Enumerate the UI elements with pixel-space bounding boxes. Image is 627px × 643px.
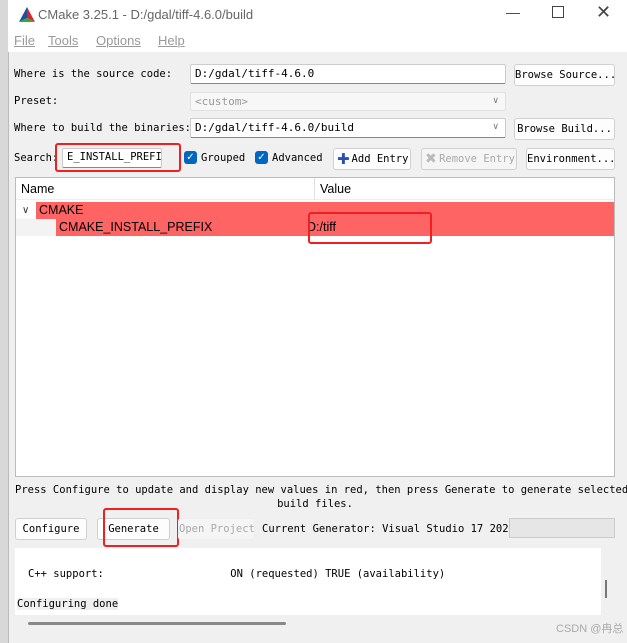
progress-bar [509,518,615,538]
preset-label: Preset: [14,95,59,107]
add-entry-label: Add Entry [351,153,409,165]
menu-options[interactable]: Options [96,33,141,48]
indent [16,219,56,236]
build-select[interactable]: D:/gdal/tiff-4.6.0/build ∨ [190,118,506,138]
plus-icon: ✚ [337,150,350,168]
vertical-scrollbar[interactable] [605,580,607,598]
advanced-checkbox[interactable]: ✓ [255,151,268,164]
info-text: Press Configure to update and display ne… [15,483,627,511]
menu-file[interactable]: File [14,33,35,48]
menu-bar: File Tools Options Help [8,30,627,52]
group-label: CMAKE [39,203,84,217]
annotation-box [55,143,181,172]
output-line: C++ support: ON (requested) TRUE (availa… [28,568,446,580]
add-entry-button[interactable]: ✚ Add Entry [333,148,411,170]
annotation-box [103,508,179,547]
info-line: Press Configure to update and display ne… [15,484,627,496]
window-title: CMake 3.25.1 - D:/gdal/tiff-4.6.0/build [38,7,254,22]
menu-help[interactable]: Help [158,33,185,48]
preset-select[interactable]: <custom> ∨ [190,92,506,111]
cmake-logo-icon [19,7,35,22]
chevron-down-icon: ∨ [492,96,499,106]
column-name[interactable]: Name [21,182,54,196]
search-label: Search: [14,152,59,164]
minimize-button[interactable]: — [506,4,520,20]
output-log[interactable]: C++ support: ON (requested) TRUE (availa… [15,548,601,615]
chevron-down-icon[interactable]: ∨ [22,205,29,216]
build-label: Where to build the binaries: [14,122,192,134]
open-project-button[interactable]: Open Project [178,518,255,540]
annotation-box [308,212,432,244]
remove-entry-button[interactable]: ✖ Remove Entry [421,148,517,170]
remove-icon: ✖ [425,151,437,167]
column-divider [314,178,315,200]
close-button[interactable]: ✕ [596,2,611,23]
remove-entry-label: Remove Entry [439,153,515,165]
output-line: Configuring done [17,598,119,610]
tree-header: Name Value [16,178,614,200]
configure-button[interactable]: Configure [15,518,87,540]
grouped-label: Grouped [201,152,246,164]
current-generator: Current Generator: Visual Studio 17 2022 [262,523,515,535]
column-value[interactable]: Value [320,182,351,196]
browse-build-button[interactable]: Browse Build... [514,118,615,140]
grouped-checkbox[interactable]: ✓ [184,151,197,164]
preset-value: <custom> [195,95,248,108]
title-bar: CMake 3.25.1 - D:/gdal/tiff-4.6.0/build … [8,0,627,30]
menu-tools[interactable]: Tools [48,33,78,48]
maximize-button[interactable] [552,6,564,18]
watermark: CSDN @冉总 [556,623,624,635]
advanced-label: Advanced [272,152,323,164]
source-label: Where is the source code: [14,68,173,80]
browse-source-button[interactable]: Browse Source... [514,64,616,86]
source-input[interactable]: D:/gdal/tiff-4.6.0 [190,64,506,84]
environment-button[interactable]: Environment... [526,148,616,170]
chevron-down-icon: ∨ [492,122,499,132]
entry-name: CMAKE_INSTALL_PREFIX [59,220,213,234]
horizontal-scrollbar[interactable] [28,622,286,625]
build-value: D:/gdal/tiff-4.6.0/build [195,121,354,134]
